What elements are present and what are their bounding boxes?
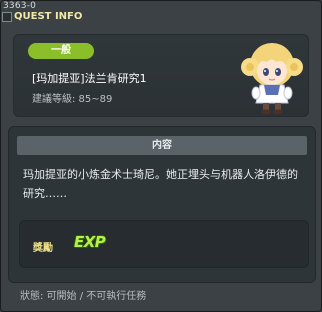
- level-requirement: 建議等級: 85~89: [32, 94, 113, 105]
- quest-name: [玛加提亚]法兰肯研究1: [32, 72, 147, 85]
- quest-status: 狀態: 可開始 / 不可執行任務: [20, 291, 147, 302]
- exp-icon: EXP: [74, 233, 106, 251]
- quest-header-panel: 一般 [玛加提亚]法兰肯研究1 建議等級: 85~89: [13, 34, 309, 117]
- quest-info-window: 3363-0 QUEST INFO 一般 [玛加提亚]法兰肯研究1 建議等級: …: [0, 0, 322, 312]
- quest-content-panel: 内容 玛加提亚的小炼金术士琦尼。她正埋头与机器人洛伊德的研究…… 獎勵 EXP: [8, 126, 316, 283]
- content-section-header: 内容: [17, 136, 307, 155]
- window-title: QUEST INFO: [14, 11, 83, 22]
- quest-description: 玛加提亚的小炼金术士琦尼。她正埋头与机器人洛伊德的研究……: [23, 168, 298, 200]
- npc-portrait-icon: [241, 43, 303, 115]
- reward-box: 獎勵 EXP: [19, 220, 309, 268]
- quest-category-badge: 一般: [28, 43, 94, 59]
- reward-label: 獎勵: [33, 243, 53, 254]
